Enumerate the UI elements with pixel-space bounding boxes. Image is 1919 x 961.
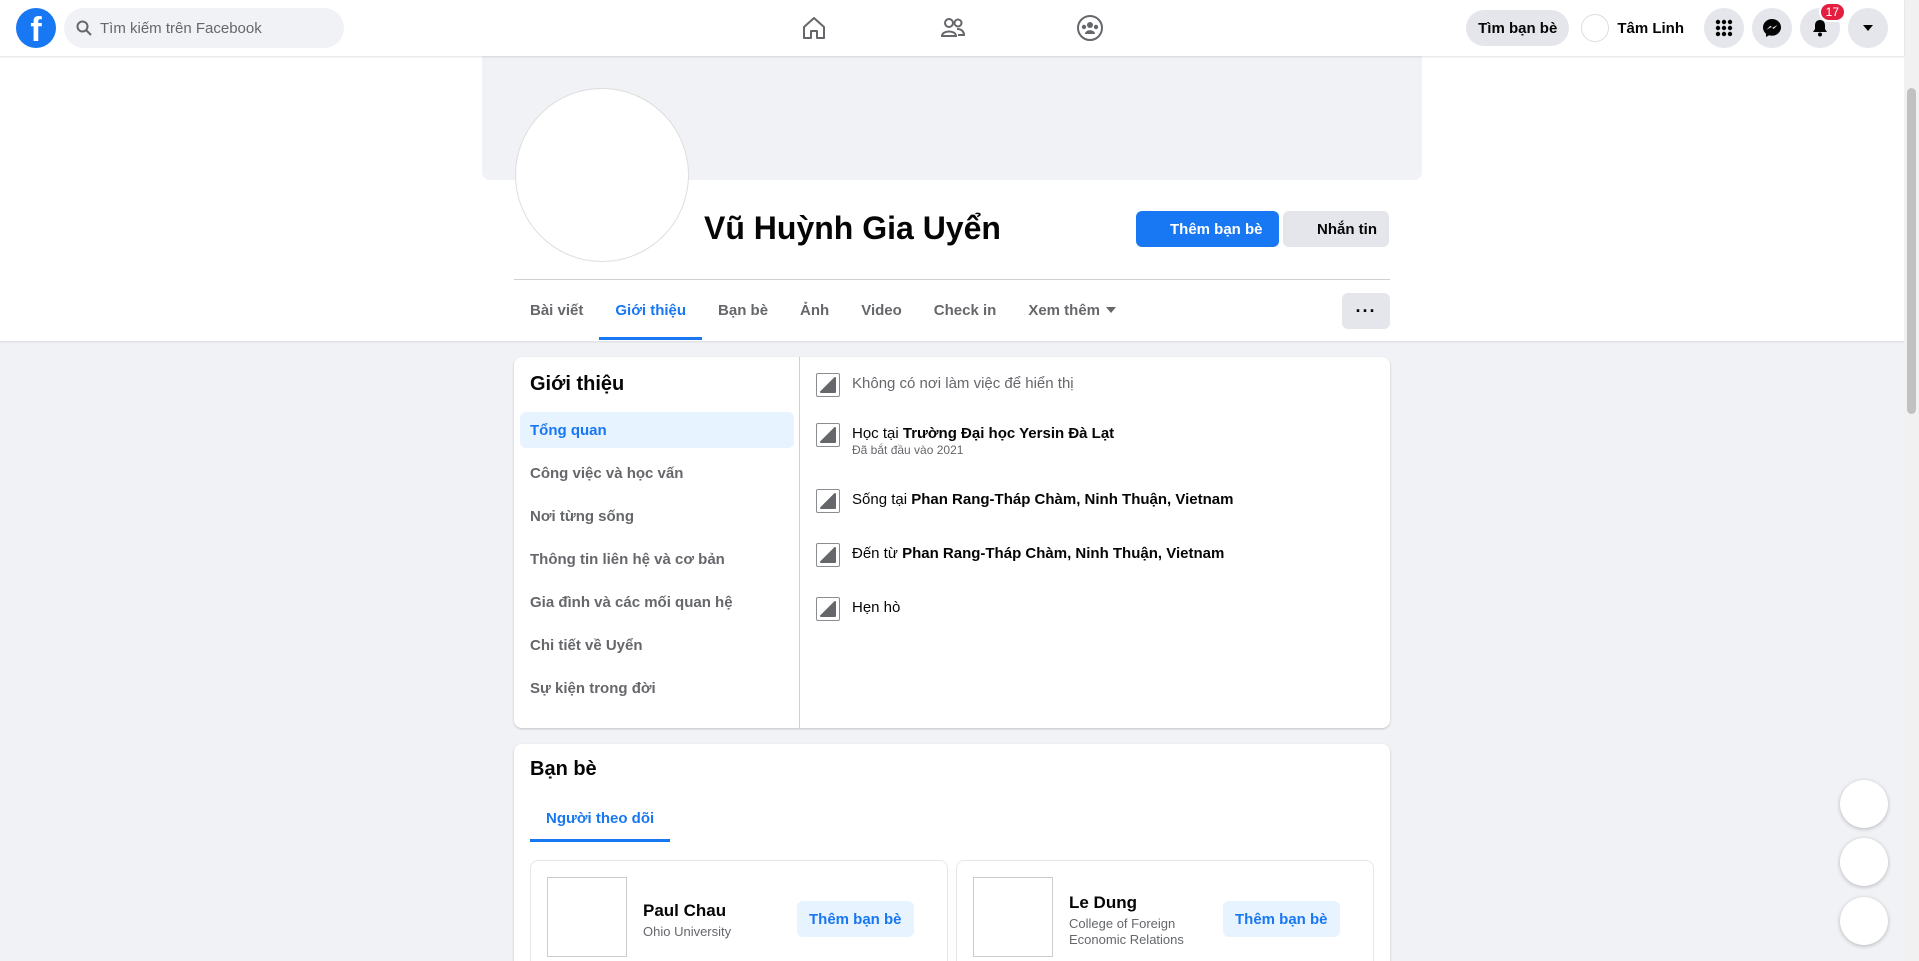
facebook-logo-icon[interactable]: f <box>16 8 56 48</box>
info-lives-in: Sống tại Phan Rang-Tháp Chàm, Ninh Thuận… <box>816 489 1233 513</box>
caret-down-icon <box>1863 25 1873 31</box>
education-subtext: Đã bắt đầu vào 2021 <box>852 443 964 457</box>
home-icon <box>816 489 840 513</box>
friend-subtext: College of Foreign Economic Relations <box>1069 916 1184 947</box>
about-menu-contact-info[interactable]: Thông tin liên hệ và cơ bản <box>520 541 794 577</box>
messenger-icon <box>1763 19 1781 37</box>
tab-about[interactable]: Giới thiệu <box>599 280 702 340</box>
about-menu-details[interactable]: Chi tiết về Uyển <box>520 627 794 663</box>
home-icon <box>803 17 825 39</box>
work-text: Không có nơi làm việc để hiển thị <box>852 375 1074 392</box>
tab-photos[interactable]: Ảnh <box>784 280 845 340</box>
from-place-link[interactable]: Phan Rang-Tháp Chàm, Ninh Thuận, Vietnam <box>902 545 1224 562</box>
scrollbar-thumb[interactable] <box>1907 88 1916 414</box>
heart-icon <box>816 597 840 621</box>
tab-posts[interactable]: Bài viết <box>514 280 599 340</box>
tab-followers[interactable]: Người theo dõi <box>530 794 671 842</box>
top-navbar: f Tìm bạn bè Tâm Linh 17 <box>0 0 1904 56</box>
menu-button[interactable] <box>1704 8 1744 48</box>
more-options-button[interactable]: ··· <box>1342 293 1390 329</box>
lives-in-place-link[interactable]: Phan Rang-Tháp Chàm, Ninh Thuận, Vietnam <box>911 491 1233 508</box>
about-card: Giới thiệu Tổng quan Công việc và học vấ… <box>514 357 1390 728</box>
profile-header: Vũ Huỳnh Gia Uyển Thêm bạn bè Nhắn tin B… <box>0 56 1904 341</box>
info-from: Đến từ Phan Rang-Tháp Chàm, Ninh Thuận, … <box>816 543 1224 567</box>
avatar <box>1581 14 1610 42</box>
friends-card: Bạn bè Người theo dõi Paul Chau Ohio Uni… <box>514 744 1390 961</box>
friend-subtext: Ohio University <box>643 924 732 939</box>
lives-in-text: Sống tại Phan Rang-Tháp Chàm, Ninh Thuận… <box>852 491 1234 508</box>
profile-tabs: Bài viết Giới thiệu Bạn bè Ảnh Video Che… <box>514 280 1132 340</box>
about-sidebar: Giới thiệu Tổng quan Công việc và học vấ… <box>514 357 800 728</box>
find-friends-button[interactable]: Tìm bạn bè <box>1466 10 1570 46</box>
about-menu-overview[interactable]: Tổng quan <box>520 412 794 448</box>
about-menu-life-events[interactable]: Sự kiện trong đời <box>520 670 794 706</box>
search-icon <box>76 20 92 36</box>
friend-photo[interactable] <box>547 877 627 957</box>
friend-name[interactable]: Paul Chau <box>643 901 726 921</box>
friends-title: Bạn bè <box>530 758 597 780</box>
profile-picture[interactable] <box>516 89 688 261</box>
tab-more-label: Xem thêm <box>1028 301 1101 319</box>
page-scrollbar[interactable] <box>1904 0 1919 961</box>
account-button[interactable] <box>1848 8 1888 48</box>
friends-icon <box>940 18 966 37</box>
add-friend-button[interactable]: Thêm bạn bè <box>797 901 914 937</box>
dating-text: Hẹn hò <box>852 599 901 616</box>
chat-head-1[interactable] <box>1840 780 1888 828</box>
user-profile-chip[interactable]: Tâm Linh <box>1581 14 1684 42</box>
add-friend-button[interactable]: Thêm bạn bè <box>1223 901 1340 937</box>
nav-home[interactable] <box>758 8 870 48</box>
list-item: Le Dung College of Foreign Economic Rela… <box>956 860 1374 961</box>
grid-menu-icon <box>1715 19 1733 37</box>
tab-checkin[interactable]: Check in <box>918 280 1013 340</box>
education-place-link[interactable]: Trường Đại học Yersin Đà Lạt <box>903 425 1114 442</box>
location-icon <box>816 543 840 567</box>
new-message-button[interactable] <box>1840 897 1888 945</box>
notifications-button[interactable]: 17 <box>1800 2 1846 48</box>
from-text: Đến từ Phan Rang-Tháp Chàm, Ninh Thuận, … <box>852 545 1225 562</box>
tab-video[interactable]: Video <box>845 280 918 340</box>
user-name: Tâm Linh <box>1617 19 1684 37</box>
education-text: Học tại Trường Đại học Yersin Đà Lạt <box>852 425 1115 442</box>
profile-name: Vũ Huỳnh Gia Uyển <box>704 210 1001 246</box>
about-menu-family[interactable]: Gia đình và các mối quan hệ <box>520 584 794 620</box>
about-menu: Tổng quan Công việc và học vấn Nơi từng … <box>520 412 794 713</box>
groups-icon <box>1077 15 1103 41</box>
education-icon <box>816 423 840 447</box>
tab-more[interactable]: Xem thêm <box>1012 280 1132 340</box>
about-menu-work-education[interactable]: Công việc và học vấn <box>520 455 794 491</box>
notification-badge: 17 <box>1818 2 1846 22</box>
friend-photo[interactable] <box>973 877 1053 957</box>
info-dating: Hẹn hò <box>816 597 900 621</box>
nav-groups[interactable] <box>1034 8 1146 48</box>
about-title: Giới thiệu <box>530 373 625 395</box>
nav-friends[interactable] <box>897 8 1009 48</box>
search-box[interactable] <box>64 8 344 48</box>
friend-name[interactable]: Le Dung <box>1069 893 1137 913</box>
tab-friends[interactable]: Bạn bè <box>702 280 784 340</box>
topnav-right: Tìm bạn bè Tâm Linh 17 <box>1466 2 1888 48</box>
add-friend-button[interactable]: Thêm bạn bè <box>1136 211 1279 247</box>
list-item: Paul Chau Ohio University Thêm bạn bè <box>530 860 948 961</box>
message-button[interactable]: Nhắn tin <box>1283 211 1389 247</box>
work-icon <box>816 373 840 397</box>
search-input[interactable] <box>100 19 320 37</box>
about-menu-places-lived[interactable]: Nơi từng sống <box>520 498 794 534</box>
info-education: Học tại Trường Đại học Yersin Đà Lạt Đã … <box>816 423 1114 457</box>
chat-head-2[interactable] <box>1840 838 1888 886</box>
messenger-button[interactable] <box>1752 8 1792 48</box>
info-work: Không có nơi làm việc để hiển thị <box>816 373 1074 397</box>
caret-down-icon <box>1106 307 1117 313</box>
